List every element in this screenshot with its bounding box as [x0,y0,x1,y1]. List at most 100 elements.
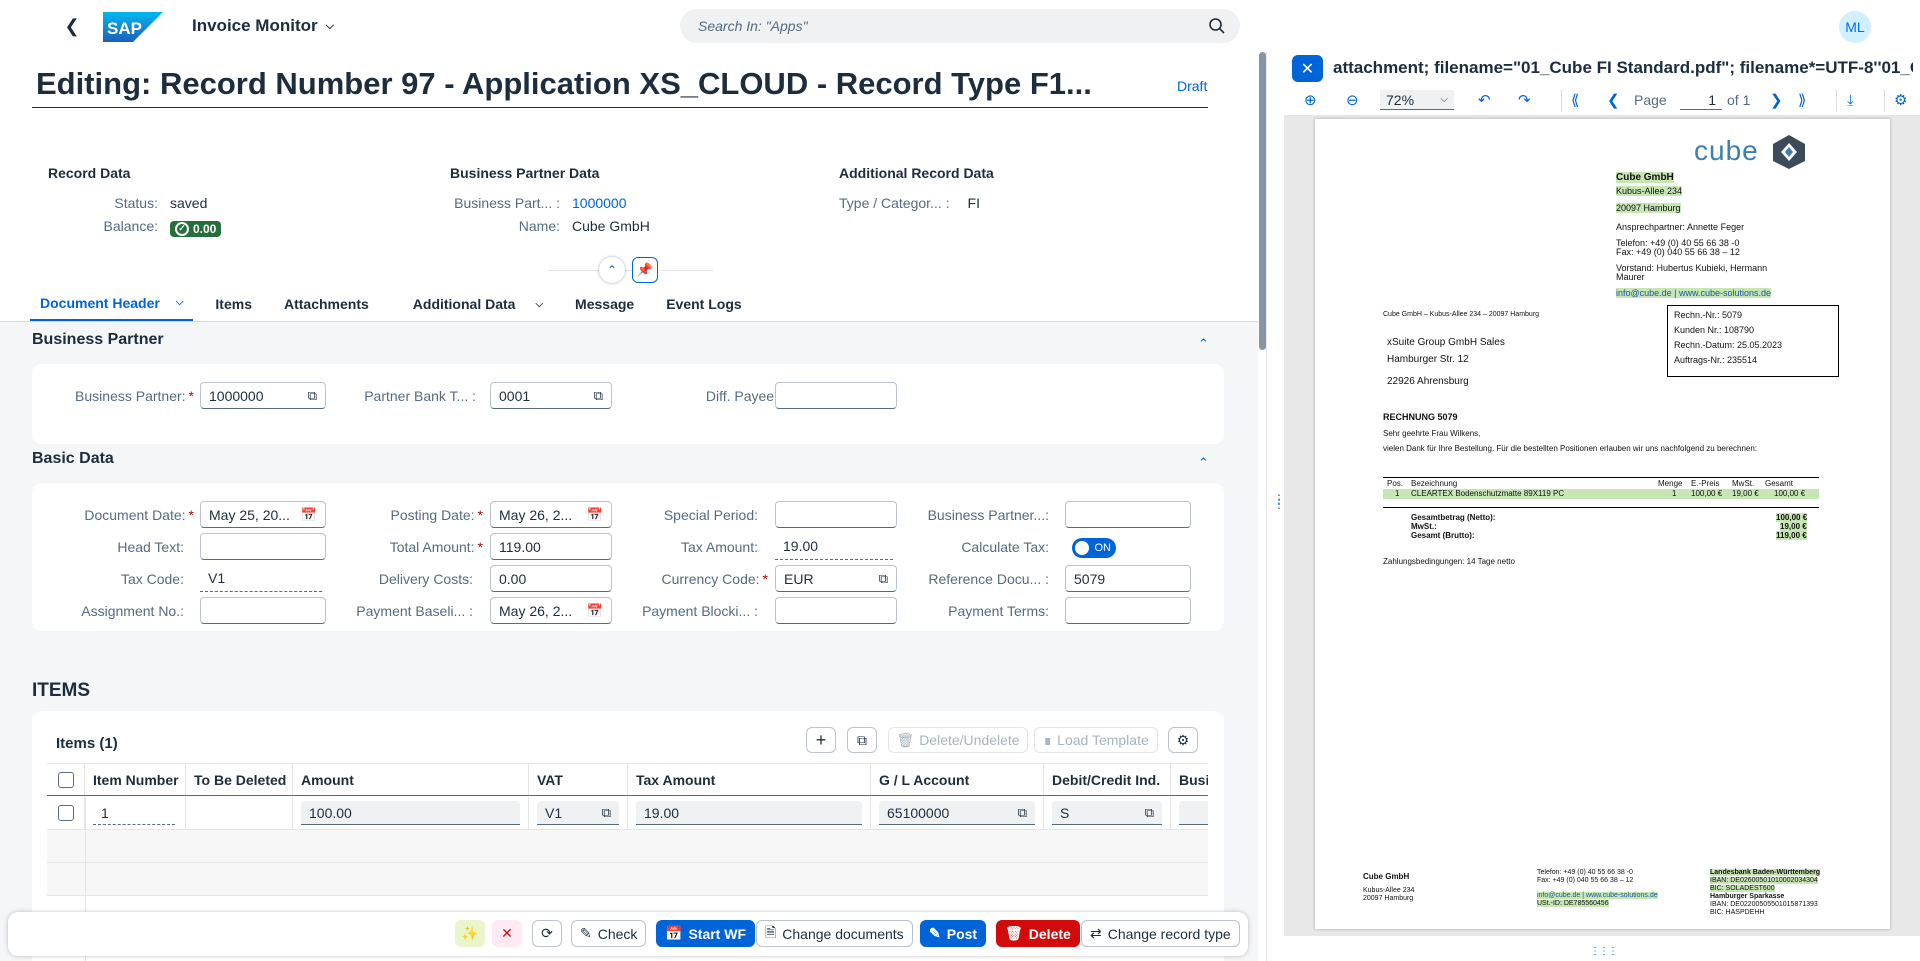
change-documents-button[interactable]: 🗎 Change documents [756,920,913,947]
business-input[interactable] [1179,801,1208,825]
head-text-input[interactable] [200,533,326,560]
value-help-icon[interactable]: ⧉ [308,388,317,404]
posting-date-input[interactable]: May 26, 2... 📅 [490,501,612,528]
row-checkbox[interactable] [57,805,74,821]
currency-input[interactable]: EUR ⧉ [775,565,897,592]
doc-date-input[interactable]: May 25, 20... 📅 [200,501,326,528]
content-scrollbar[interactable] [1258,52,1266,352]
delete-undelete-button[interactable]: 🗑 Delete/Undelete [888,727,1028,753]
bank-input[interactable]: 0001 ⧉ [490,382,612,409]
tab-message[interactable]: Message [565,286,644,322]
tax-code-input[interactable]: V1 [200,565,322,592]
change-record-type-button[interactable]: ⇄ Change record type [1081,920,1240,947]
search-icon[interactable] [1208,17,1226,35]
value-help-icon[interactable]: ⧉ [879,571,888,587]
app-title-menu[interactable]: Invoice Monitor ⌵ [192,16,334,36]
collapse-header-button[interactable]: ⌃ [599,257,625,283]
calendar-icon[interactable]: 📅 [301,507,317,523]
value-help-icon[interactable]: ⧉ [594,388,603,404]
payblock-input[interactable] [775,597,897,624]
table-row[interactable]: 1 100.00 V1 ⧉ 19.00 65100000 ⧉ S ⧉ [47,797,1208,830]
col-vat[interactable]: VAT [529,764,628,795]
item-number-input[interactable]: 1 [93,801,175,825]
start-wf-button[interactable]: 📅 Start WF [656,920,755,947]
redo-icon[interactable]: ↷ [1518,90,1531,110]
col-business[interactable]: Busin [1171,764,1208,795]
draft-indicator[interactable]: Draft [1177,78,1207,94]
first-page-icon[interactable]: ⟪ [1571,90,1579,110]
bp2-input[interactable] [1065,501,1191,528]
total-amount-input[interactable]: 119.00 [490,533,612,560]
gl-input[interactable]: 65100000 ⧉ [879,801,1035,825]
calc-tax-switch[interactable]: ON [1072,538,1116,558]
gear-icon[interactable]: ⚙ [1894,90,1907,110]
tab-items[interactable]: Items [205,286,262,322]
prev-page-icon[interactable]: ❮ [1607,90,1620,110]
refdoc-input[interactable]: 5079 [1065,565,1191,592]
collapse-section-icon[interactable]: ⌃ [1198,336,1209,352]
zoom-in-icon[interactable]: ⊕ [1304,90,1317,110]
col-tax-amount[interactable]: Tax Amount [628,764,871,795]
copy-item-button[interactable]: ⧉ [847,727,877,753]
pdf-page: cube Cube GmbH Kubus-Allee 234 20097 Ham… [1315,119,1890,929]
tab-document-header[interactable]: Document Header ⌵ [30,286,194,322]
delete-button[interactable]: 🗑 Delete [996,920,1080,947]
reject-button[interactable]: ✕ [492,920,522,947]
refresh-button[interactable]: ⟳ [532,920,562,947]
load-template-button[interactable]: ∎ Load Template [1034,727,1158,753]
resize-grip-icon[interactable]: ⋮⋮⋮ [1590,946,1618,957]
col-item-number[interactable]: Item Number [85,764,186,795]
tax-amount-input[interactable]: 19.00 [775,533,893,560]
amount-input[interactable]: 100.00 [301,801,520,825]
auto-assign-button[interactable]: ✨ [455,920,485,947]
undo-icon[interactable]: ↶ [1478,90,1491,110]
calendar-icon[interactable]: 📅 [587,507,603,523]
zoom-out-icon[interactable]: ⊖ [1346,90,1359,110]
pin-header-button[interactable]: 📌 [632,257,658,283]
add-item-button[interactable]: + [806,727,836,753]
col-to-be-deleted[interactable]: To Be Deleted [186,764,293,795]
tab-attachments[interactable]: Attachments [274,286,379,322]
tab-event-logs[interactable]: Event Logs [656,286,751,322]
value-help-icon[interactable]: ⧉ [1145,805,1154,821]
table-settings-button[interactable]: ⚙ [1168,727,1198,753]
back-button[interactable]: ❮ [60,14,84,38]
delivery-input[interactable]: 0.00 [490,565,612,592]
search-field[interactable]: Search In: "Apps" [680,9,1240,43]
paybase-input[interactable]: May 26, 2... 📅 [490,597,612,624]
payee-input[interactable] [775,382,897,409]
chevron-down-icon[interactable]: ⌵ [176,297,184,308]
last-page-icon[interactable]: ⟫ [1798,90,1806,110]
check-button[interactable]: ✎ Check [571,920,647,947]
next-page-icon[interactable]: ❯ [1770,90,1783,110]
dc-input[interactable]: S ⧉ [1052,801,1162,825]
tax-input[interactable]: 19.00 [636,801,862,825]
select-all-checkbox[interactable] [57,772,74,788]
zoom-select[interactable]: 72% ⌵ [1380,90,1454,110]
close-pdf-button[interactable]: ✕ [1292,55,1323,82]
calendar-icon[interactable]: 📅 [587,603,603,619]
col-gl-account[interactable]: G / L Account [871,764,1044,795]
doc-footer-city: 20097 Hamburg [1363,895,1414,902]
post-button[interactable]: ✎ Post [920,920,987,947]
payterms-input[interactable] [1065,597,1191,624]
collapse-section-icon[interactable]: ⌃ [1198,455,1209,471]
bp-input[interactable]: 1000000 ⧉ [200,382,326,409]
download-icon[interactable]: ⤓ [1847,90,1854,110]
tab-additional-data[interactable]: Additional Data ⌵ [403,286,553,322]
pane-splitter[interactable]: ⋮ ⋮ [1266,52,1285,961]
col-amount[interactable]: Amount [293,764,529,795]
chevron-down-icon[interactable]: ⌵ [535,299,543,310]
value-help-icon[interactable]: ⧉ [1018,805,1027,821]
assign-input[interactable] [200,597,326,624]
doc-footer-iban1: IBAN: DE02600501010002034304 [1710,877,1818,884]
value-help-icon[interactable]: ⧉ [602,805,611,821]
page-input[interactable]: 1 [1680,90,1722,110]
col-debit-credit[interactable]: Debit/Credit Ind. [1044,764,1171,795]
scrollbar-thumb[interactable] [1259,52,1266,350]
sap-logo[interactable]: SAP [103,12,163,42]
special-period-input[interactable] [775,501,897,528]
user-avatar[interactable]: ML [1839,11,1871,43]
bp-link[interactable]: 1000000 [572,195,627,211]
vat-input[interactable]: V1 ⧉ [537,801,619,825]
